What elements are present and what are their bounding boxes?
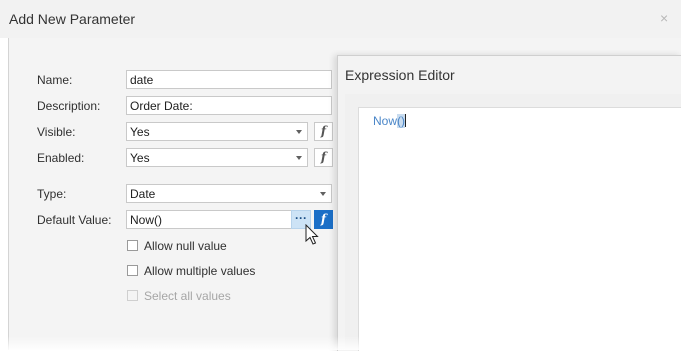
expression-code[interactable]: Now() (373, 113, 407, 129)
visible-label: Visible: (37, 125, 76, 139)
dialog-title: Add New Parameter (9, 11, 136, 27)
title-bar: Add New Parameter × (0, 0, 681, 38)
name-input-value: date (130, 73, 154, 87)
description-input-value: Order Date: (130, 99, 193, 113)
dropdown-arrow-icon (320, 192, 326, 196)
bottom-fade (0, 336, 681, 350)
expression-editor-title: Expression Editor (345, 67, 455, 83)
default-value-input[interactable]: Now() (126, 210, 292, 229)
dropdown-arrow-icon (296, 156, 302, 160)
expression-parens: () (397, 114, 406, 128)
allow-null-label: Allow null value (144, 239, 227, 253)
enabled-expression-button[interactable]: f (314, 148, 333, 167)
description-label: Description: (37, 99, 101, 113)
mouse-cursor-icon (305, 224, 319, 245)
allow-multiple-checkbox[interactable] (127, 265, 138, 276)
visible-expression-button[interactable]: f (314, 122, 333, 141)
fx-icon: f (320, 124, 327, 138)
type-select-value: Date (130, 187, 156, 201)
expression-editor-textarea[interactable] (358, 107, 681, 351)
allow-null-checkbox[interactable] (127, 240, 138, 251)
allow-multiple-label: Allow multiple values (144, 264, 256, 278)
select-all-checkbox (127, 290, 138, 301)
enabled-select-value: Yes (130, 151, 150, 165)
text-caret (405, 114, 407, 127)
visible-select[interactable]: Yes (126, 122, 308, 141)
name-input[interactable]: date (126, 70, 332, 89)
enabled-label: Enabled: (37, 151, 85, 165)
visible-select-value: Yes (130, 125, 150, 139)
fx-icon: f (320, 150, 327, 164)
default-value-label: Default Value: (37, 213, 112, 227)
fx-icon: f (320, 212, 327, 226)
enabled-select[interactable]: Yes (126, 148, 308, 167)
description-input[interactable]: Order Date: (126, 96, 332, 115)
expression-function-name: Now (373, 114, 398, 128)
type-label: Type: (37, 187, 67, 201)
name-label: Name: (37, 73, 73, 87)
ellipsis-icon: ··· (295, 211, 307, 225)
type-select[interactable]: Date (126, 184, 332, 203)
dropdown-arrow-icon (296, 130, 302, 134)
default-value-text: Now() (130, 213, 162, 227)
close-icon[interactable]: × (660, 10, 674, 26)
select-all-label: Select all values (144, 289, 231, 303)
